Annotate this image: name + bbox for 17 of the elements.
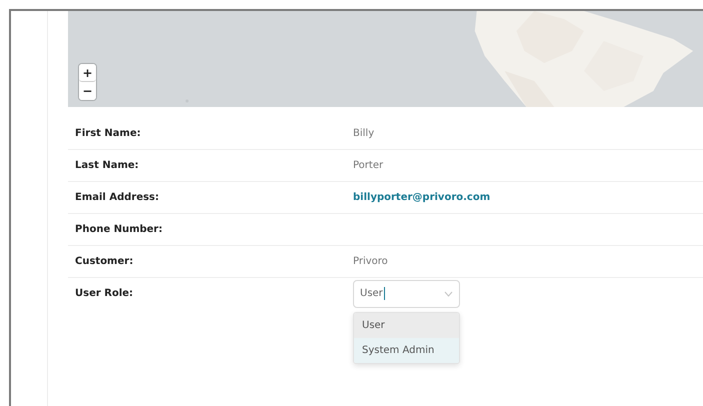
- dropdown-option[interactable]: User: [354, 312, 459, 338]
- field-value: Privoro: [353, 256, 388, 267]
- field-label: User Role:: [74, 288, 134, 299]
- field-label: Last Name:: [74, 160, 140, 171]
- text-cursor: [384, 287, 385, 300]
- field-label: Email Address:: [74, 192, 160, 203]
- select-value: User: [360, 288, 383, 300]
- field-value: Porter: [353, 160, 384, 171]
- email-link[interactable]: billyporter@privoro.com: [353, 192, 490, 203]
- role-select[interactable]: User: [353, 280, 460, 308]
- field-value: Billy: [353, 128, 374, 139]
- chevron-down-icon: [444, 290, 453, 296]
- field-label: First Name:: [74, 128, 142, 139]
- zoom-in-button[interactable]: +: [79, 64, 96, 82]
- field-label: Customer:: [74, 256, 134, 267]
- dropdown-option[interactable]: System Admin: [354, 338, 459, 362]
- field-label: Phone Number:: [74, 224, 164, 235]
